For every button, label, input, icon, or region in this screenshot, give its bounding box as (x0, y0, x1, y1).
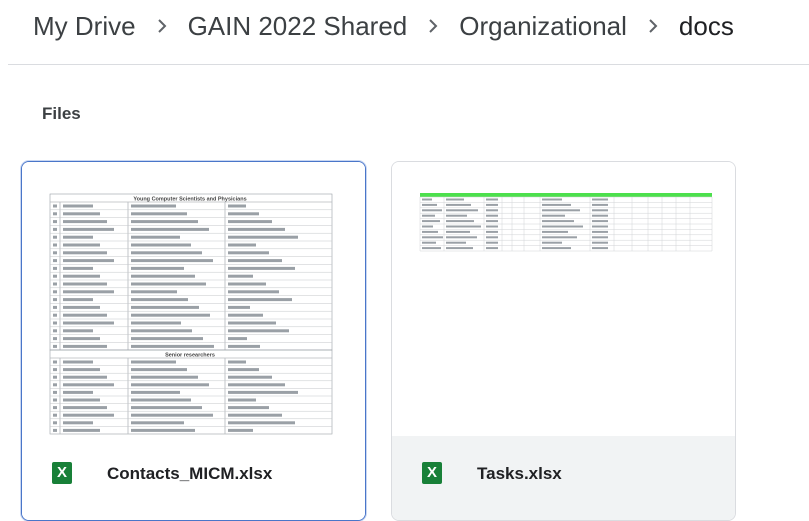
chevron-right-icon (427, 17, 439, 35)
file-name: Contacts_MICM.xlsx (107, 464, 273, 483)
file-name: Tasks.xlsx (477, 464, 562, 483)
breadcrumb-gain-2022-shared[interactable]: GAIN 2022 Shared (188, 11, 408, 42)
sheets-icon: X (422, 462, 442, 484)
section-title-files: Files (42, 104, 81, 123)
breadcrumb-organizational[interactable]: Organizational (459, 11, 627, 42)
file-card-contacts-micm[interactable]: Young Computer Scientists and Physicians… (21, 161, 366, 521)
chevron-right-icon (647, 17, 659, 35)
breadcrumb-docs[interactable]: docs (679, 11, 734, 42)
file-preview-thumbnail (392, 162, 735, 436)
preview-table-title: Young Computer Scientists and Physicians (133, 197, 246, 203)
breadcrumb: My Drive GAIN 2022 Shared Organizational… (33, 6, 734, 46)
sheets-icon: X (52, 462, 72, 484)
spreadsheet-preview: Young Computer Scientists and Physicians… (49, 193, 333, 435)
preview-table-title: Senior researchers (165, 353, 215, 359)
spreadsheet-preview (419, 193, 713, 252)
breadcrumb-my-drive[interactable]: My Drive (33, 11, 136, 42)
file-card-footer (392, 436, 735, 520)
header-divider (8, 64, 809, 65)
chevron-right-icon (156, 17, 168, 35)
file-preview-thumbnail: Young Computer Scientists and Physicians… (22, 162, 365, 436)
file-card-tasks[interactable]: X Tasks.xlsx (391, 161, 736, 521)
